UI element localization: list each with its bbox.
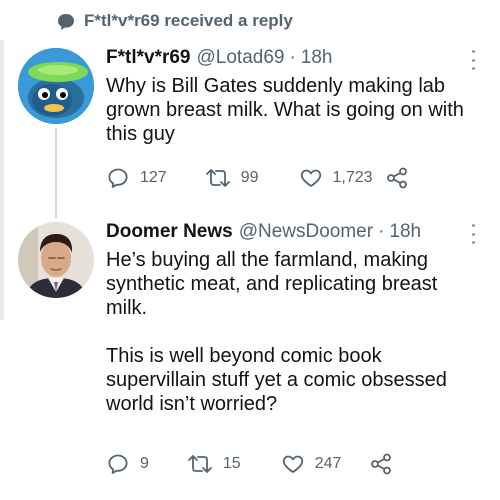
reply-icon <box>106 166 130 190</box>
like-count: 1,723 <box>332 169 373 186</box>
retweet-icon <box>205 166 231 190</box>
user-handle[interactable]: @Lotad69 <box>197 46 285 70</box>
like-button[interactable]: 1,723 <box>299 166 373 190</box>
share-icon <box>369 452 393 476</box>
reply-icon <box>106 452 130 476</box>
reply-context: F*tl*v*r69 received a reply <box>58 8 293 34</box>
tweet-1[interactable]: F*tl*v*r69 @Lotad69 · 18h Why is Bill Ga… <box>106 46 482 146</box>
retweet-count: 99 <box>240 169 259 186</box>
tweet-2[interactable]: Doomer News @NewsDoomer · 18h He’s buyin… <box>106 220 482 416</box>
reply-count: 9 <box>140 455 149 472</box>
tweet-text: He’s buying all the farmland, making syn… <box>106 249 447 415</box>
user-handle[interactable]: @NewsDoomer <box>239 220 373 244</box>
tweet-actions: 127 99 1,723 <box>106 166 409 190</box>
tweet-header: F*tl*v*r69 @Lotad69 · 18h <box>106 46 482 70</box>
thread-connector-line <box>55 128 57 218</box>
reply-button[interactable]: 9 <box>106 452 149 476</box>
left-divider <box>0 40 4 320</box>
reply-count: 127 <box>140 169 167 186</box>
separator-dot: · <box>289 47 296 68</box>
more-options-icon[interactable] <box>464 50 482 70</box>
separator-dot: · <box>378 221 385 242</box>
reply-context-text: F*tl*v*r69 received a reply <box>84 11 293 30</box>
retweet-button[interactable]: 15 <box>187 452 241 476</box>
frog-avatar-icon[interactable] <box>18 48 94 124</box>
tweet-text: Why is Bill Gates suddenly making lab gr… <box>106 75 464 145</box>
retweet-button[interactable]: 99 <box>205 166 259 190</box>
tweet-actions: 9 15 247 <box>106 452 393 476</box>
reply-button[interactable]: 127 <box>106 166 167 190</box>
share-icon <box>385 166 409 190</box>
display-name[interactable]: F*tl*v*r69 <box>106 46 191 70</box>
retweet-count: 15 <box>222 455 241 472</box>
heart-icon <box>281 452 305 476</box>
timestamp[interactable]: 18h <box>389 220 421 244</box>
like-count: 247 <box>314 455 342 472</box>
heart-icon <box>299 166 323 190</box>
more-options-icon[interactable] <box>464 224 482 244</box>
timestamp[interactable]: 18h <box>301 46 333 70</box>
display-name[interactable]: Doomer News <box>106 220 233 244</box>
share-button[interactable] <box>369 452 393 476</box>
share-button[interactable] <box>385 166 409 190</box>
retweet-icon <box>187 452 213 476</box>
tweet-header: Doomer News @NewsDoomer · 18h <box>106 220 482 244</box>
man-portrait-avatar-icon[interactable] <box>18 222 94 298</box>
chat-bubble-icon <box>56 12 76 37</box>
like-button[interactable]: 247 <box>281 452 342 476</box>
